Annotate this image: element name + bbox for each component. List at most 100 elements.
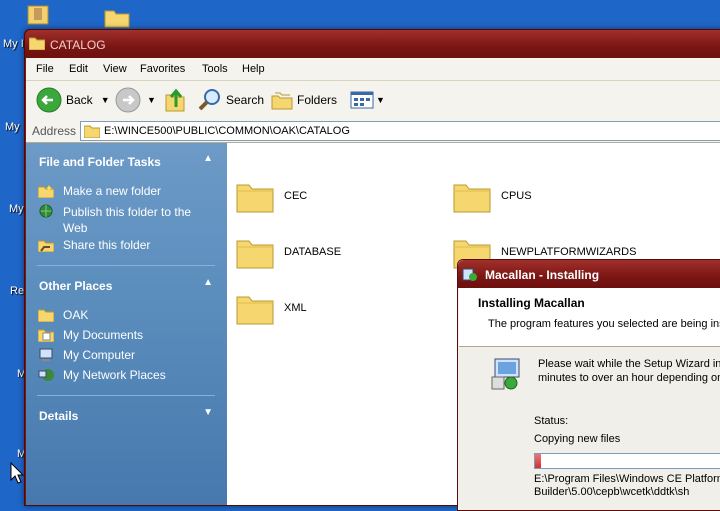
folder-item[interactable]: CPUS xyxy=(453,179,532,213)
installer-title: Macallan - Installing xyxy=(485,268,600,282)
title-bar[interactable]: CATALOG xyxy=(25,30,720,58)
folder-icon xyxy=(38,309,54,322)
installer-subtitle: The program features you selected are be… xyxy=(488,318,720,330)
folder-name: DATABASE xyxy=(284,246,342,258)
file-tasks-header[interactable]: File and Folder Tasks ▲ xyxy=(37,151,217,173)
folders-icon xyxy=(271,92,293,110)
details-header[interactable]: Details ▼ xyxy=(37,405,217,427)
desktop-label[interactable]: My I xyxy=(3,38,24,50)
menu-edit[interactable]: Edit xyxy=(69,63,88,75)
forward-arrow-icon xyxy=(115,87,141,113)
path-line-2: Builder\5.00\cepb\wcetk\ddtk\sh xyxy=(534,486,690,498)
installer-body: Please wait while the Setup Wizard ins m… xyxy=(459,347,720,510)
installer-header: Installing Macallan The program features… xyxy=(459,288,720,347)
views-icon xyxy=(350,91,374,109)
menu-file[interactable]: File xyxy=(36,63,54,75)
search-button[interactable]: Search xyxy=(198,81,264,119)
toolbar: Back ▼ ▼ Search Folders ▼ xyxy=(26,81,720,120)
share-folder-label: Share this folder xyxy=(63,238,151,252)
menu-favorites[interactable]: Favorites xyxy=(140,63,185,75)
place-my-network-places[interactable]: My Network Places xyxy=(38,368,166,382)
divider xyxy=(37,395,215,396)
folder-name: CEC xyxy=(284,190,308,202)
wait-line-1: Please wait while the Setup Wizard ins xyxy=(538,358,720,370)
forward-button[interactable]: ▼ xyxy=(115,81,156,119)
views-dropdown-icon[interactable]: ▼ xyxy=(376,95,385,105)
forward-dropdown-icon[interactable]: ▼ xyxy=(147,95,156,105)
desktop-documents-icon[interactable] xyxy=(26,4,52,26)
share-folder-link[interactable]: Share this folder xyxy=(38,238,150,252)
address-field[interactable]: E:\WINCE500\PUBLIC\COMMON\OAK\CATALOG xyxy=(80,121,720,141)
back-label: Back xyxy=(66,93,93,107)
publish-folder-label: Publish this folder to the Web xyxy=(63,205,192,235)
desktop-label[interactable]: My xyxy=(5,121,20,133)
address-bar: Address E:\WINCE500\PUBLIC\COMMON\OAK\CA… xyxy=(26,119,720,143)
place-oak-label: OAK xyxy=(63,308,89,322)
collapse-icon[interactable]: ▲ xyxy=(203,277,213,288)
details-heading: Details xyxy=(39,409,79,423)
my-computer-icon xyxy=(39,348,53,361)
folder-icon xyxy=(236,184,274,213)
expand-icon[interactable]: ▼ xyxy=(203,407,213,418)
desktop-label[interactable]: Re xyxy=(10,285,24,297)
place-my-documents-label: My Documents xyxy=(63,328,144,342)
installer-dialog: Macallan - Installing Installing Macalla… xyxy=(457,259,720,511)
window-title: CATALOG xyxy=(50,38,106,52)
task-pane: File and Folder Tasks ▲ Make a new folde… xyxy=(26,143,227,505)
progress-bar xyxy=(534,453,720,469)
installer-title-bar[interactable]: Macallan - Installing xyxy=(458,260,720,288)
folder-icon xyxy=(84,125,100,138)
folder-icon xyxy=(236,240,274,269)
other-places-heading: Other Places xyxy=(39,279,113,293)
progress-fill xyxy=(535,454,541,468)
folder-item[interactable]: XML xyxy=(236,291,307,325)
address-label: Address xyxy=(32,124,77,138)
up-folder-icon xyxy=(165,88,185,112)
make-new-folder-label: Make a new folder xyxy=(63,184,162,198)
wait-message: Please wait while the Setup Wizard ins m… xyxy=(538,357,720,385)
mouse-cursor-icon xyxy=(10,462,24,484)
file-tasks-heading: File and Folder Tasks xyxy=(39,155,161,169)
place-my-computer[interactable]: My Computer xyxy=(38,348,135,362)
folders-label: Folders xyxy=(297,93,338,107)
publish-web-icon xyxy=(39,204,53,218)
status-value: Copying new files xyxy=(534,433,621,445)
folder-item[interactable]: CEC xyxy=(236,179,307,213)
up-folder-button[interactable] xyxy=(164,81,186,119)
current-file-path: E:\Program Files\Windows CE Platform Bui… xyxy=(534,473,720,499)
back-dropdown-icon[interactable]: ▼ xyxy=(101,95,110,105)
new-folder-icon xyxy=(38,185,54,198)
menu-view[interactable]: View xyxy=(103,63,127,75)
path-line-1: E:\Program Files\Windows CE Platform xyxy=(534,473,720,485)
menu-tools[interactable]: Tools xyxy=(202,63,228,75)
collapse-icon[interactable]: ▲ xyxy=(203,153,213,164)
search-label: Search xyxy=(226,93,265,107)
folder-item[interactable]: DATABASE xyxy=(236,235,341,269)
place-my-network-places-label: My Network Places xyxy=(63,368,166,382)
installer-icon xyxy=(462,268,477,281)
network-places-icon xyxy=(38,369,54,381)
place-my-documents[interactable]: My Documents xyxy=(38,328,143,342)
back-button[interactable]: Back ▼ xyxy=(36,81,110,119)
folder-icon xyxy=(29,37,45,50)
address-value: E:\WINCE500\PUBLIC\COMMON\OAK\CATALOG xyxy=(104,125,350,137)
my-documents-icon xyxy=(38,329,54,342)
other-places-header[interactable]: Other Places ▲ xyxy=(37,275,217,297)
make-new-folder-link[interactable]: Make a new folder xyxy=(38,184,161,198)
place-oak[interactable]: OAK xyxy=(38,308,88,322)
folders-button[interactable]: Folders xyxy=(271,81,337,119)
desktop-folder-icon[interactable] xyxy=(104,6,130,28)
menu-bar: File Edit View Favorites Tools Help xyxy=(26,58,720,81)
back-arrow-icon xyxy=(36,87,62,113)
folder-icon xyxy=(453,184,491,213)
folder-name: CPUS xyxy=(501,190,532,202)
publish-folder-link[interactable]: Publish this folder to the Web xyxy=(38,204,208,236)
folder-name: NEWPLATFORMWIZARDS xyxy=(501,246,637,258)
search-icon xyxy=(198,89,220,111)
divider xyxy=(37,265,215,266)
views-button[interactable]: ▼ xyxy=(350,81,385,119)
folder-icon xyxy=(236,296,274,325)
menu-help[interactable]: Help xyxy=(242,63,265,75)
wait-line-2: minutes to over an hour depending on xyxy=(538,372,720,384)
desktop-label[interactable]: My xyxy=(9,203,24,215)
